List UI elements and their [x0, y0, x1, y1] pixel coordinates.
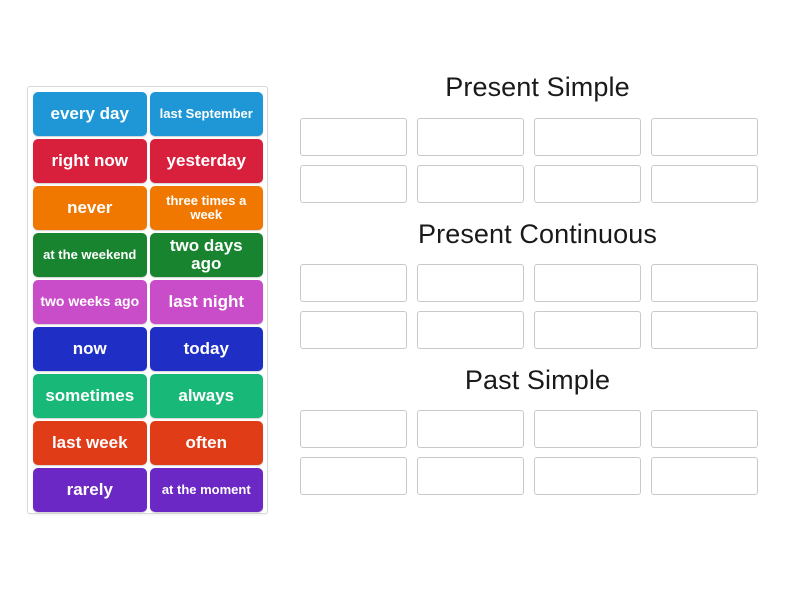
drop-slot[interactable]	[300, 311, 407, 350]
drop-slot[interactable]	[417, 165, 524, 204]
drop-slot-grid	[300, 264, 775, 350]
word-tile[interactable]: right now	[33, 139, 147, 183]
drop-slot[interactable]	[417, 457, 524, 496]
category-title: Past Simple	[464, 365, 611, 396]
category-title: Present Simple	[445, 72, 630, 102]
drop-slot[interactable]	[651, 118, 758, 157]
drop-slot[interactable]	[534, 165, 641, 204]
drop-slot[interactable]	[300, 118, 407, 157]
word-tile[interactable]: three times a week	[149, 186, 263, 230]
word-tile[interactable]: today	[149, 327, 263, 371]
word-tile[interactable]: rarely	[33, 468, 147, 512]
drop-slot-grid	[300, 410, 775, 496]
drop-slot[interactable]	[417, 118, 524, 157]
category-columns: Present Simple Present Continuous Past Sim…	[300, 72, 775, 496]
drop-slot[interactable]	[417, 311, 524, 350]
activity-canvas: every day last September right now yesterda…	[0, 0, 800, 600]
word-tile[interactable]: last night	[149, 280, 263, 324]
word-tile[interactable]: two days ago	[149, 233, 263, 277]
drop-slot[interactable]	[651, 311, 758, 350]
category-group: Past Simple	[300, 365, 775, 496]
word-tile[interactable]: last week	[33, 421, 147, 465]
drop-slot[interactable]	[534, 311, 641, 350]
word-tile[interactable]: often	[149, 421, 263, 465]
drop-slot[interactable]	[651, 264, 758, 303]
drop-slot[interactable]	[651, 165, 758, 204]
drop-slot[interactable]	[417, 410, 524, 449]
drop-slot[interactable]	[300, 264, 407, 303]
category-title: Present Continuous	[418, 219, 657, 250]
drop-slot[interactable]	[651, 410, 758, 449]
word-tile[interactable]: never	[33, 186, 147, 230]
drop-slot[interactable]	[651, 457, 758, 496]
drop-slot[interactable]	[534, 457, 641, 496]
word-tile[interactable]: now	[33, 327, 147, 371]
drop-slot[interactable]	[534, 264, 641, 303]
drop-slot[interactable]	[534, 118, 641, 157]
drop-slot[interactable]	[417, 264, 524, 303]
word-tile[interactable]: yesterday	[149, 139, 263, 183]
word-tile-grid: every day last September right now yesterda…	[33, 92, 263, 512]
word-tile[interactable]: always	[149, 374, 263, 418]
drop-slot[interactable]	[300, 410, 407, 449]
category-group: Present Simple	[300, 72, 775, 204]
drop-slot-grid	[300, 118, 775, 204]
drop-slot[interactable]	[534, 410, 641, 449]
word-tile[interactable]: at the weekend	[33, 233, 147, 277]
drop-slot[interactable]	[300, 457, 407, 496]
category-group: Present Continuous	[300, 219, 775, 350]
word-tile[interactable]: every day	[33, 92, 147, 136]
drop-slot[interactable]	[300, 165, 407, 204]
word-tile[interactable]: sometimes	[33, 374, 147, 418]
word-tile[interactable]: two weeks ago	[33, 280, 147, 324]
word-tile[interactable]: at the moment	[149, 468, 263, 512]
word-tile-tray: every day last September right now yesterda…	[27, 86, 268, 514]
word-tile[interactable]: last September	[149, 92, 263, 136]
